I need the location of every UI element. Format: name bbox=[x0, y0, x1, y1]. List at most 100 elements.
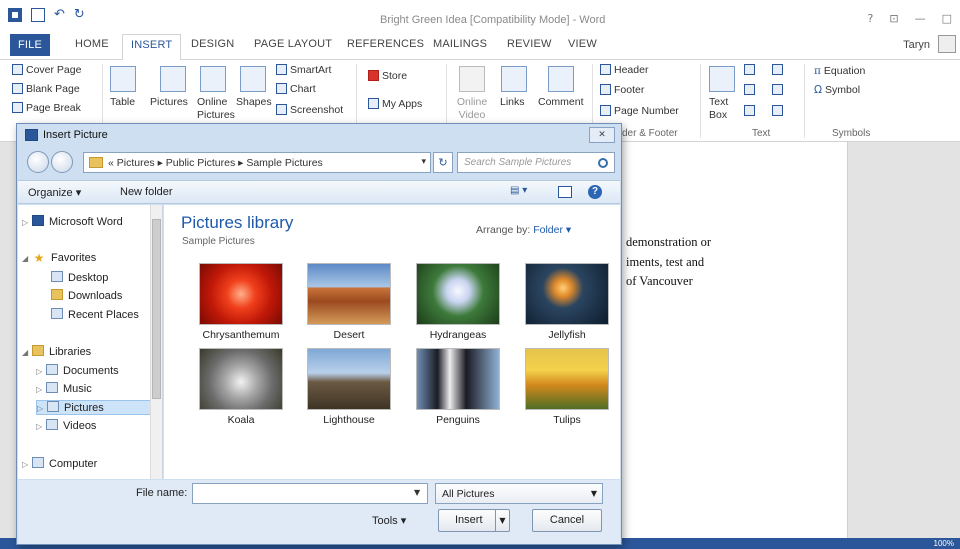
arrange-by[interactable]: Arrange by: Folder ▾ bbox=[476, 224, 571, 236]
new-folder-button[interactable]: New folder bbox=[120, 186, 173, 198]
picture-thumbnail[interactable] bbox=[416, 263, 500, 325]
picture-thumbnail[interactable] bbox=[199, 263, 283, 325]
help-icon[interactable]: ? bbox=[588, 185, 602, 199]
pictures-icon[interactable] bbox=[160, 66, 186, 92]
comment-icon[interactable] bbox=[548, 66, 574, 92]
drop-cap-icon[interactable] bbox=[744, 105, 758, 117]
tab-references[interactable]: REFERENCES bbox=[347, 38, 424, 50]
navigation-scrollbar[interactable] bbox=[150, 205, 162, 479]
wordart-icon[interactable] bbox=[744, 84, 758, 96]
chevron-right-icon[interactable]: ▷ bbox=[36, 422, 46, 431]
ribbon-display-icon[interactable]: ⊡ bbox=[889, 12, 898, 25]
my-apps-button[interactable]: My Apps bbox=[368, 98, 422, 110]
search-icon[interactable] bbox=[598, 158, 608, 168]
tab-review[interactable]: REVIEW bbox=[507, 38, 552, 50]
footer-button[interactable]: Footer bbox=[600, 84, 644, 96]
nav-item-microsoft-word[interactable]: ▷ Microsoft Word bbox=[22, 215, 123, 228]
screenshot-button[interactable]: Screenshot bbox=[276, 104, 343, 116]
header-button[interactable]: Header bbox=[600, 64, 648, 76]
dialog-title-bar[interactable]: Insert Picture ✕ bbox=[17, 124, 621, 146]
symbol-button[interactable]: Ω Symbol bbox=[814, 84, 860, 96]
chevron-down-icon[interactable]: ▾ bbox=[421, 156, 426, 167]
shapes-icon[interactable] bbox=[240, 66, 266, 92]
chevron-down-icon[interactable]: ◢ bbox=[22, 348, 32, 357]
chevron-down-icon[interactable]: ▼ bbox=[414, 488, 420, 497]
zoom-level[interactable]: 100% bbox=[934, 538, 954, 549]
organize-button[interactable]: Organize ▾ bbox=[28, 186, 81, 199]
tab-insert[interactable]: INSERT bbox=[122, 34, 182, 61]
nav-item-downloads[interactable]: Downloads bbox=[51, 289, 122, 302]
text-box-icon[interactable] bbox=[709, 66, 735, 92]
file-name-field[interactable] bbox=[192, 483, 428, 504]
chart-button[interactable]: Chart bbox=[276, 83, 316, 95]
online-pictures-button[interactable]: Online Pictures bbox=[197, 96, 235, 122]
store-button[interactable]: Store bbox=[368, 70, 407, 82]
tab-file[interactable]: FILE bbox=[10, 34, 50, 56]
picture-thumbnail[interactable] bbox=[525, 263, 609, 325]
search-input[interactable]: Search Sample Pictures bbox=[457, 152, 615, 173]
equation-button[interactable]: π Equation bbox=[814, 65, 865, 77]
comment-button[interactable]: Comment bbox=[538, 96, 584, 108]
chevron-right-icon[interactable]: ▷ bbox=[37, 404, 47, 413]
minimize-icon[interactable]: — bbox=[915, 12, 926, 25]
text-box-button[interactable]: Text Box bbox=[709, 96, 735, 122]
page-number-button[interactable]: Page Number bbox=[600, 105, 679, 117]
tab-mailings[interactable]: MAILINGS bbox=[433, 38, 487, 50]
picture-thumbnail[interactable] bbox=[199, 348, 283, 410]
user-name[interactable]: Taryn bbox=[903, 39, 930, 51]
address-path[interactable]: « Pictures ▸ Public Pictures ▸ Sample Pi… bbox=[108, 157, 323, 169]
avatar[interactable] bbox=[938, 35, 956, 53]
nav-item-libraries[interactable]: ◢ Libraries bbox=[22, 345, 91, 358]
pictures-button[interactable]: Pictures bbox=[150, 96, 188, 108]
online-pictures-icon[interactable] bbox=[200, 66, 226, 92]
quick-parts-icon[interactable] bbox=[744, 64, 758, 76]
nav-item-documents[interactable]: ▷ Documents bbox=[36, 364, 119, 377]
nav-item-recent-places[interactable]: Recent Places bbox=[51, 308, 139, 321]
signature-line-icon[interactable] bbox=[772, 64, 786, 76]
table-button[interactable]: Table bbox=[110, 96, 135, 108]
back-button[interactable] bbox=[27, 151, 49, 173]
thumbnail-tulips[interactable]: Tulips bbox=[515, 348, 619, 426]
nav-item-pictures[interactable]: ▷ Pictures bbox=[36, 400, 152, 415]
smartart-button[interactable]: SmartArt bbox=[276, 64, 331, 76]
page-break-button[interactable]: Page Break bbox=[12, 102, 81, 114]
chevron-right-icon[interactable]: ▷ bbox=[36, 385, 46, 394]
nav-item-computer[interactable]: ▷ Computer bbox=[22, 457, 97, 470]
insert-button[interactable]: Insert ▼ bbox=[438, 509, 510, 532]
chevron-down-icon[interactable]: ▼ bbox=[591, 489, 597, 498]
tab-home[interactable]: HOME bbox=[75, 38, 109, 50]
undo-icon[interactable]: ↶ bbox=[54, 8, 65, 22]
picture-thumbnail[interactable] bbox=[525, 348, 609, 410]
picture-thumbnail[interactable] bbox=[307, 263, 391, 325]
chevron-right-icon[interactable]: ▷ bbox=[36, 367, 46, 376]
links-button[interactable]: Links bbox=[500, 96, 525, 108]
address-bar[interactable]: « Pictures ▸ Public Pictures ▸ Sample Pi… bbox=[83, 152, 431, 173]
help-icon[interactable]: ? bbox=[868, 12, 874, 25]
chevron-down-icon[interactable]: ◢ bbox=[22, 254, 32, 263]
cover-page-button[interactable]: Cover Page bbox=[12, 64, 81, 76]
file-type-select[interactable]: All Pictures ▼ bbox=[435, 483, 603, 504]
scrollbar-thumb[interactable] bbox=[152, 219, 161, 399]
shapes-button[interactable]: Shapes bbox=[236, 96, 272, 108]
links-icon[interactable] bbox=[501, 66, 527, 92]
thumbnail-hydrangeas[interactable]: Hydrangeas bbox=[406, 263, 510, 341]
tools-button[interactable]: Tools ▾ bbox=[372, 514, 406, 527]
thumbnail-desert[interactable]: Desert bbox=[297, 263, 401, 341]
tab-design[interactable]: DESIGN bbox=[191, 38, 234, 50]
table-icon[interactable] bbox=[110, 66, 136, 92]
nav-item-favorites[interactable]: ◢ ★ Favorites bbox=[22, 252, 96, 264]
picture-thumbnail[interactable] bbox=[416, 348, 500, 410]
blank-page-button[interactable]: Blank Page bbox=[12, 83, 80, 95]
close-button[interactable]: ✕ bbox=[589, 127, 615, 143]
chevron-right-icon[interactable]: ▷ bbox=[22, 460, 32, 469]
chevron-down-icon[interactable]: ▼ bbox=[495, 510, 509, 531]
save-icon[interactable] bbox=[31, 8, 45, 22]
maximize-icon[interactable]: □ bbox=[942, 12, 952, 25]
nav-item-videos[interactable]: ▷ Videos bbox=[36, 419, 96, 432]
thumbnail-koala[interactable]: Koala bbox=[189, 348, 293, 426]
arrange-by-dropdown[interactable]: Folder ▾ bbox=[533, 224, 571, 236]
forward-button[interactable] bbox=[51, 151, 73, 173]
tab-page-layout[interactable]: PAGE LAYOUT bbox=[254, 38, 332, 50]
thumbnail-lighthouse[interactable]: Lighthouse bbox=[297, 348, 401, 426]
word-app-icon[interactable] bbox=[8, 8, 22, 22]
